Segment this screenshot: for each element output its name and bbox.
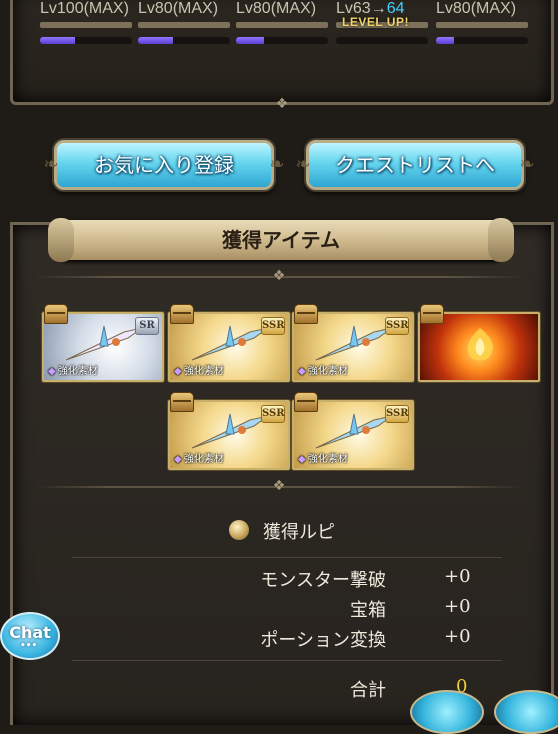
rupi-row-label: モンスター撃破 bbox=[260, 570, 386, 591]
item-tag: ◆ 強化素材 bbox=[298, 454, 348, 465]
rupi-row-chest: 宝箱 +0 bbox=[0, 596, 558, 621]
favorite-button-label: お気に入り登録 bbox=[94, 153, 234, 177]
bottom-action-button[interactable] bbox=[494, 690, 558, 734]
scroll-cap-icon: ❧ bbox=[519, 154, 535, 175]
member-hp-bar bbox=[40, 22, 132, 28]
member-level: Lv80(MAX) bbox=[436, 0, 517, 17]
treasure-chest-icon bbox=[294, 392, 318, 412]
party-member: Lv80(MAX) bbox=[236, 0, 328, 48]
weapon-art-icon bbox=[191, 413, 269, 449]
member-hp-bar bbox=[138, 22, 230, 28]
rupi-row-value: +0 bbox=[444, 626, 471, 647]
weapon-art-icon bbox=[65, 325, 143, 361]
rupi-row-monster: モンスター撃破 +0 bbox=[0, 566, 558, 591]
ribbon-scroll-icon bbox=[48, 218, 74, 262]
party-member: Lv100(MAX) bbox=[40, 0, 132, 48]
divider-line bbox=[72, 557, 502, 558]
quest-list-button[interactable]: ❧ クエストリストへ ❧ bbox=[295, 140, 535, 190]
diamond-icon: ◆ bbox=[298, 366, 306, 377]
member-level: Lv100(MAX) bbox=[40, 0, 129, 17]
rupi-row-value: +0 bbox=[444, 596, 471, 617]
rarity-badge: SSR bbox=[385, 405, 409, 423]
rupi-row-potion: ポーション変換 +0 bbox=[0, 626, 558, 651]
chat-label: Chat bbox=[9, 623, 51, 642]
scroll-cap-icon: ❧ bbox=[43, 154, 59, 175]
chat-button[interactable]: Chat ••• bbox=[0, 612, 60, 660]
quest-list-button-label: クエストリストへ bbox=[335, 153, 495, 177]
ribbon-scroll-icon bbox=[488, 218, 514, 262]
divider-line bbox=[72, 660, 502, 661]
diamond-icon: ◆ bbox=[298, 454, 306, 465]
party-member: Lv80(MAX) bbox=[138, 0, 230, 48]
divider-ornament-icon: ❖ bbox=[272, 478, 286, 494]
diamond-icon: ◆ bbox=[174, 454, 182, 465]
section-title: 獲得アイテム bbox=[222, 228, 340, 252]
member-level: Lv80(MAX) bbox=[236, 0, 317, 17]
chat-dots-icon: ••• bbox=[20, 641, 38, 651]
rarity-badge: SR bbox=[135, 317, 159, 335]
member-level: Lv80(MAX) bbox=[138, 0, 219, 17]
treasure-chest-icon bbox=[170, 304, 194, 324]
rupi-row-label: ポーション変換 bbox=[260, 630, 386, 651]
favorite-button[interactable]: ❧ お気に入り登録 ❧ bbox=[43, 140, 285, 190]
rupi-row-value: +0 bbox=[444, 566, 471, 587]
rarity-badge: SSR bbox=[261, 405, 285, 423]
member-exp-bar bbox=[236, 37, 328, 44]
item-tag: ◆ 強化素材 bbox=[298, 366, 348, 377]
scroll-cap-icon: ❧ bbox=[269, 154, 285, 175]
scroll-cap-icon: ❧ bbox=[295, 154, 311, 175]
rupi-row-label: 宝箱 bbox=[350, 600, 386, 621]
rarity-badge: SSR bbox=[261, 317, 285, 335]
member-hp-bar bbox=[436, 22, 528, 28]
divider: ❖ bbox=[36, 478, 522, 494]
treasure-chest-icon bbox=[170, 392, 194, 412]
treasure-chest-icon bbox=[420, 304, 444, 324]
weapon-art-icon bbox=[315, 413, 393, 449]
item-tag: ◆ 強化素材 bbox=[48, 366, 98, 377]
party-member: Lv63→64 LEVEL UP! bbox=[336, 0, 428, 48]
bottom-action-button[interactable] bbox=[410, 690, 484, 734]
item-tag: ◆ 強化素材 bbox=[174, 454, 224, 465]
member-exp-bar bbox=[40, 37, 132, 44]
rarity-badge: SSR bbox=[385, 317, 409, 335]
treasure-chest-icon bbox=[44, 304, 68, 324]
section-ribbon: 獲得アイテム bbox=[48, 218, 514, 262]
weapon-art-icon bbox=[191, 325, 269, 361]
member-exp-bar bbox=[336, 37, 428, 44]
member-exp-bar bbox=[436, 37, 528, 44]
divider-ornament-icon: ❖ bbox=[272, 268, 286, 284]
item-tag: ◆ 強化素材 bbox=[174, 366, 224, 377]
divider: ❖ bbox=[36, 268, 522, 284]
level-up-badge: LEVEL UP! bbox=[342, 15, 409, 29]
member-exp-bar bbox=[138, 37, 230, 44]
party-member: Lv80(MAX) bbox=[436, 0, 528, 48]
rupi-title: 獲得ルピ bbox=[263, 522, 335, 543]
diamond-icon: ◆ bbox=[174, 366, 182, 377]
rupi-total-label: 合計 bbox=[350, 680, 386, 701]
flame-icon bbox=[467, 328, 493, 361]
diamond-icon: ◆ bbox=[48, 366, 56, 377]
panel-ornament-icon: ❖ bbox=[275, 96, 289, 112]
member-hp-bar bbox=[236, 22, 328, 28]
treasure-chest-icon bbox=[294, 304, 318, 324]
weapon-art-icon bbox=[315, 325, 393, 361]
